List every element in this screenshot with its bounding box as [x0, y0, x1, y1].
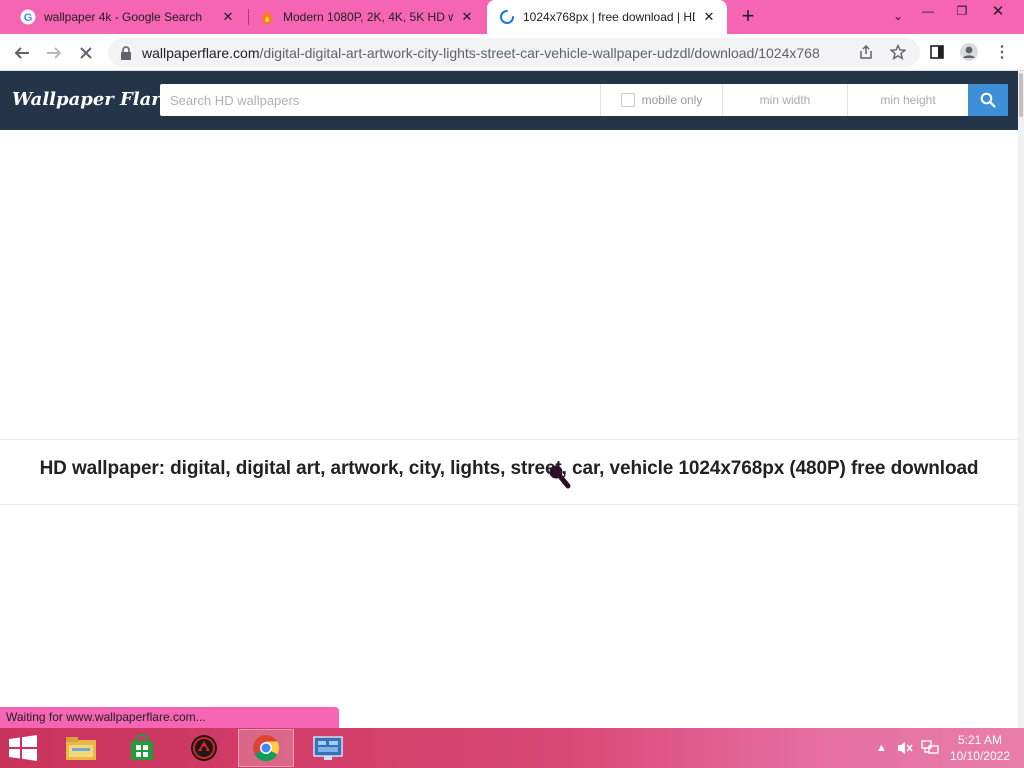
side-panel-icon[interactable]	[927, 42, 947, 62]
site-logo[interactable]: Wallpaper Flare	[12, 89, 172, 110]
search-button[interactable]	[968, 84, 1008, 116]
tab-google-search[interactable]: G wallpaper 4k - Google Search ✕	[0, 0, 246, 34]
bookmark-star-icon[interactable]	[888, 42, 908, 62]
taskbar-red-app[interactable]	[176, 729, 232, 767]
restore-button[interactable]: ❐	[944, 0, 980, 22]
min-height-placeholder: min height	[880, 93, 936, 107]
min-width-placeholder: min width	[759, 93, 811, 107]
google-icon: G	[20, 9, 36, 25]
loading-status-bubble: Waiting for www.wallpaperflare.com...	[0, 707, 339, 728]
min-height-field[interactable]: min height	[847, 84, 968, 116]
tab-title: wallpaper 4k - Google Search	[44, 10, 203, 24]
tab-wallpaper-flare[interactable]: Modern 1080P, 2K, 4K, 5K HD wa ✕	[249, 0, 485, 34]
network-icon[interactable]	[920, 728, 940, 768]
stop-loading-button[interactable]	[73, 40, 99, 66]
scrollbar-thumb[interactable]	[1019, 73, 1023, 117]
mobile-only-label: mobile only	[641, 93, 703, 107]
back-arrow-icon	[14, 47, 29, 59]
divider	[0, 439, 1018, 440]
url-host: wallpaperflare.com	[142, 44, 260, 61]
minimize-button[interactable]: —	[910, 0, 946, 22]
store-icon	[131, 734, 153, 760]
file-explorer-icon	[66, 737, 96, 760]
taskbar-control-panel[interactable]	[300, 729, 356, 767]
page-scrollbar[interactable]	[1018, 71, 1024, 728]
tab-close-icon[interactable]: ✕	[220, 9, 236, 25]
address-bar[interactable]: wallpaperflare.com/digital-digital-art-a…	[108, 38, 920, 67]
control-panel-icon	[313, 736, 343, 760]
volume-muted-icon[interactable]	[896, 728, 914, 768]
tab-title: 1024x768px | free download | HD	[523, 10, 695, 24]
tab-current[interactable]: 1024x768px | free download | HD ✕	[487, 0, 727, 34]
new-tab-button[interactable]: +	[736, 5, 760, 29]
close-window-button[interactable]: ✕	[980, 0, 1016, 22]
flame-icon	[259, 9, 275, 25]
show-hidden-icons-chevron-icon[interactable]: ▲	[876, 728, 887, 768]
clock-time: 5:21 AM	[957, 733, 1002, 747]
svg-text:G: G	[24, 12, 33, 24]
search-icon	[980, 92, 996, 108]
divider	[0, 504, 1018, 505]
windows-taskbar: ▲ 5:21 AM 10/10/2022	[0, 728, 1024, 768]
kebab-menu-icon[interactable]: ⋮	[992, 42, 1012, 62]
tab-close-icon[interactable]: ✕	[701, 9, 717, 25]
browser-toolbar: wallpaperflare.com/digital-digital-art-a…	[0, 34, 1024, 71]
profile-avatar-icon[interactable]	[959, 42, 979, 62]
mobile-only-filter[interactable]: mobile only	[600, 84, 722, 116]
system-clock[interactable]: 5:21 AM 10/10/2022	[950, 732, 1010, 764]
tab-strip: G wallpaper 4k - Google Search ✕ Modern …	[0, 0, 1024, 34]
tab-close-icon[interactable]: ✕	[459, 9, 475, 25]
ad-placeholder-area	[0, 130, 1018, 438]
clock-date: 10/10/2022	[949, 749, 1010, 763]
min-width-field[interactable]: min width	[722, 84, 847, 116]
url-path: /digital-digital-art-artwork-city-lights…	[259, 44, 820, 61]
share-icon[interactable]	[856, 42, 876, 62]
search-input[interactable]	[160, 84, 600, 116]
mobile-only-checkbox[interactable]	[620, 93, 635, 107]
back-button[interactable]	[9, 40, 35, 66]
app-red-icon	[191, 735, 217, 761]
tab-title: Modern 1080P, 2K, 4K, 5K HD wa	[283, 10, 453, 24]
site-header: Wallpaper Flare mobile only min width mi…	[0, 71, 1018, 130]
tab-search-chevron-icon[interactable]: ⌄	[889, 9, 907, 25]
forward-button[interactable]	[41, 40, 67, 66]
page-title: HD wallpaper: digital, digital art, artw…	[39, 458, 979, 479]
lock-icon	[121, 45, 131, 60]
cursor-pointer-icon	[549, 465, 571, 489]
chrome-icon	[253, 735, 280, 762]
loading-spinner-icon	[499, 9, 515, 25]
taskbar-store[interactable]	[114, 729, 170, 767]
search-bar: mobile only min width min height	[160, 84, 1008, 116]
forward-arrow-icon	[47, 47, 62, 59]
taskbar-chrome[interactable]	[238, 729, 294, 767]
close-icon	[80, 47, 92, 59]
windows-start-icon[interactable]	[8, 735, 38, 761]
taskbar-file-explorer[interactable]	[53, 729, 109, 767]
